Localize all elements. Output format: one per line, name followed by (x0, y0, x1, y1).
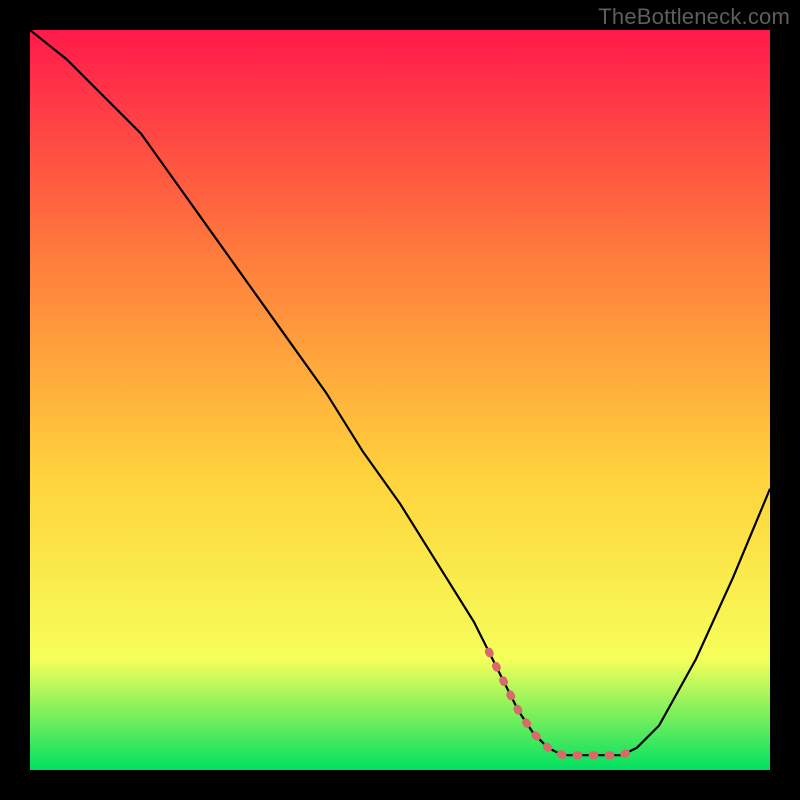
watermark-text: TheBottleneck.com (598, 4, 790, 30)
chart-frame: TheBottleneck.com (0, 0, 800, 800)
bottleneck-chart (30, 30, 770, 770)
gradient-background (30, 30, 770, 770)
chart-svg (30, 30, 770, 770)
